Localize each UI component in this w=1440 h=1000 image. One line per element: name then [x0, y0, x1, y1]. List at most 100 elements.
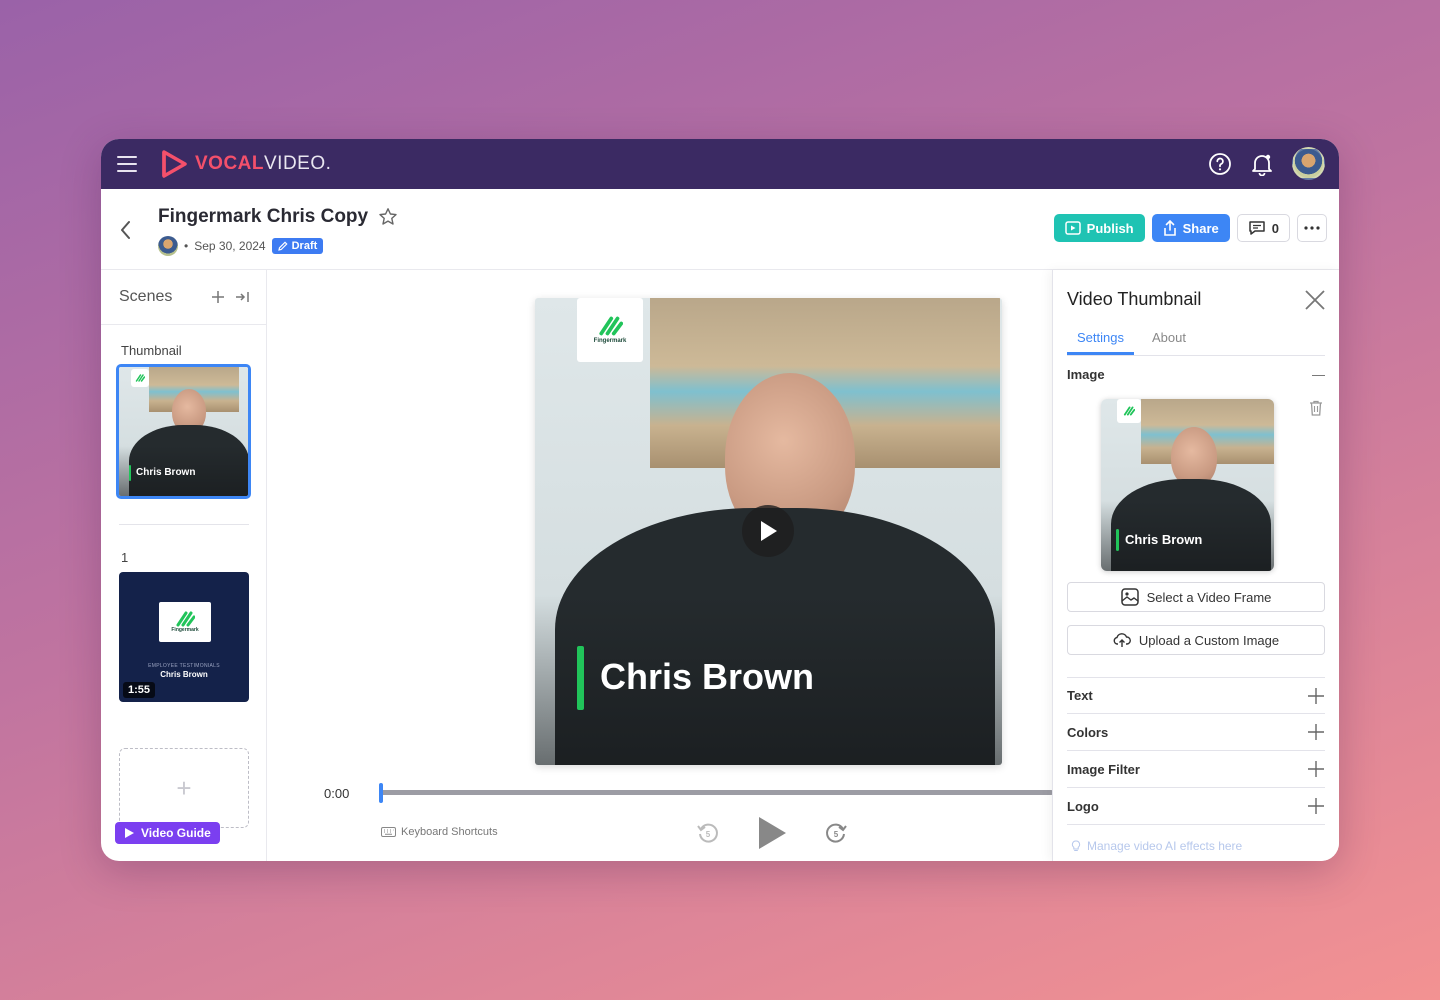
lightbulb-icon — [1071, 840, 1081, 851]
upload-custom-label: Upload a Custom Image — [1138, 632, 1280, 648]
plus-icon[interactable] — [1307, 687, 1325, 705]
collapse-panel-icon[interactable] — [234, 289, 250, 305]
project-date: Sep 30, 2024 — [194, 239, 266, 253]
image-filter-section-header[interactable]: Image Filter — [1067, 751, 1325, 788]
comments-count: 0 — [1271, 220, 1279, 236]
scene-1-card[interactable]: Fingermark EMPLOYEE TESTIMONIALS Chris B… — [119, 572, 249, 702]
collapse-icon[interactable]: — — [1312, 367, 1325, 382]
add-scene-plus: + — [176, 772, 192, 803]
owner-avatar — [158, 236, 178, 256]
share-icon — [1163, 220, 1176, 236]
logo-text: VOCALVIDEO. — [195, 153, 331, 175]
plus-icon[interactable] — [1307, 797, 1325, 815]
project-title[interactable]: Fingermark Chris Copy — [158, 206, 368, 228]
app-logo[interactable]: VOCALVIDEO. — [161, 150, 331, 178]
fingermark-logo — [131, 369, 149, 387]
project-meta: • Sep 30, 2024 Draft — [158, 236, 324, 256]
help-icon[interactable] — [1208, 152, 1232, 176]
text-section-label: Text — [1067, 688, 1093, 703]
project-header: Fingermark Chris Copy • Sep 30, 2024 Dra… — [101, 189, 1339, 270]
play-icon — [125, 828, 134, 838]
thumbnail-scene-card[interactable]: Chris Brown — [116, 364, 251, 499]
close-icon[interactable] — [1303, 288, 1327, 312]
play-icon — [761, 521, 777, 541]
fingermark-logo: Fingermark — [577, 298, 643, 362]
keyboard-shortcuts-link[interactable]: Keyboard Shortcuts — [381, 826, 498, 838]
add-scene-placeholder[interactable]: + — [119, 748, 249, 828]
thumbnail-image-preview: Chris Brown — [1101, 399, 1274, 571]
video-guide-label: Video Guide — [141, 826, 211, 840]
menu-icon[interactable] — [117, 156, 137, 172]
share-label: Share — [1182, 220, 1219, 236]
trash-icon[interactable] — [1309, 400, 1323, 416]
logo-text-video: VIDEO. — [264, 153, 332, 174]
select-video-frame-button[interactable]: Select a Video Frame — [1067, 582, 1325, 612]
progress-scrubber[interactable] — [379, 783, 383, 803]
scene-1-name: Chris Brown — [160, 670, 208, 679]
svg-text:5: 5 — [834, 830, 839, 839]
add-scene-icon[interactable] — [210, 289, 226, 305]
status-text: Draft — [291, 240, 318, 252]
thumbnail-name-tag: Chris Brown — [136, 467, 196, 478]
play-icon[interactable] — [756, 815, 788, 851]
app-window: VOCALVIDEO. Fingermark Chris Copy • Sep … — [101, 139, 1339, 861]
publish-button[interactable]: Publish — [1053, 214, 1145, 242]
keyboard-shortcuts-label: Keyboard Shortcuts — [401, 826, 498, 838]
rewind-5-icon[interactable]: 5 — [696, 821, 720, 845]
colors-section-header[interactable]: Colors — [1067, 714, 1325, 751]
star-icon[interactable] — [378, 207, 398, 227]
ellipsis-icon — [1304, 226, 1320, 230]
status-badge: Draft — [271, 238, 324, 254]
progress-bar[interactable] — [381, 790, 1053, 795]
svg-text:5: 5 — [706, 830, 711, 839]
scene-1-label: 1 — [121, 550, 129, 565]
user-avatar[interactable] — [1292, 147, 1325, 180]
scenes-sidebar: Scenes Thumbnail Chris Brown 1 Fingermar… — [101, 270, 267, 861]
image-section-header[interactable]: Image — — [1067, 356, 1325, 393]
thumbnail-name-tag: Chris Brown — [1125, 532, 1203, 547]
back-arrow-icon[interactable] — [117, 219, 135, 241]
fingermark-logo-text: Fingermark — [593, 338, 627, 344]
top-nav-actions — [1208, 147, 1325, 180]
logo-section-label: Logo — [1067, 798, 1099, 814]
tab-about[interactable]: About — [1142, 326, 1196, 355]
fingermark-logo: Fingermark — [159, 602, 211, 642]
person-head — [1171, 427, 1217, 487]
scene-1-image: Fingermark EMPLOYEE TESTIMONIALS Chris B… — [119, 572, 249, 702]
comments-button[interactable]: 0 — [1236, 214, 1290, 242]
name-accent-bar — [577, 646, 584, 710]
scenes-divider — [119, 524, 249, 525]
share-button[interactable]: Share — [1151, 214, 1230, 242]
plus-icon[interactable] — [1307, 760, 1325, 778]
bell-icon[interactable] — [1250, 152, 1274, 176]
name-accent-bar — [129, 465, 131, 481]
more-options-button[interactable] — [1297, 214, 1327, 242]
manage-ai-effects-label: Manage video AI effects here — [1087, 839, 1243, 853]
plus-icon[interactable] — [1307, 723, 1325, 741]
forward-5-icon[interactable]: 5 — [824, 821, 848, 845]
scenes-tools — [210, 289, 250, 305]
pencil-icon — [277, 241, 288, 251]
scenes-header: Scenes — [101, 270, 266, 325]
fingermark-logo-text: Fingermark — [171, 627, 199, 633]
name-accent-bar — [1116, 529, 1119, 551]
current-time: 0:00 — [324, 786, 350, 801]
video-preview[interactable]: Fingermark Chris Brown — [535, 298, 1002, 765]
video-guide-button[interactable]: Video Guide — [115, 822, 220, 844]
manage-ai-effects-link[interactable]: Manage video AI effects here — [1071, 839, 1242, 853]
play-button-overlay[interactable] — [742, 505, 794, 557]
panel-title: Video Thumbnail — [1067, 289, 1202, 309]
scene-1-subtitle: EMPLOYEE TESTIMONIALS — [148, 663, 220, 669]
select-frame-label: Select a Video Frame — [1146, 589, 1272, 605]
text-section-header[interactable]: Text — [1067, 677, 1325, 714]
scenes-title: Scenes — [119, 288, 173, 305]
scene-1-duration: 1:55 — [123, 682, 156, 698]
upload-custom-image-button[interactable]: Upload a Custom Image — [1067, 625, 1325, 655]
image-section-label: Image — [1067, 367, 1105, 382]
panel-tabs: Settings About — [1067, 326, 1325, 356]
name-overlay: Chris Brown — [600, 656, 815, 697]
top-nav: VOCALVIDEO. — [101, 139, 1339, 189]
logo-section-header[interactable]: Logo — [1067, 788, 1325, 825]
tab-settings[interactable]: Settings — [1067, 326, 1134, 355]
meta-bullet: • — [184, 239, 189, 253]
